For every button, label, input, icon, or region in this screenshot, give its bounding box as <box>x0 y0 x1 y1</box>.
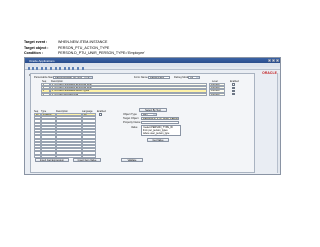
find-icon[interactable] <box>50 67 53 70</box>
minimize-icon[interactable] <box>267 58 271 63</box>
print-icon[interactable] <box>36 67 39 70</box>
insert-item-value-button[interactable]: Insert Item Value <box>73 158 101 162</box>
note-value: PERSON_PTU_ACTION_TYPE <box>58 45 110 50</box>
personalize-name-field[interactable]: PERSONALIZE_ACTION_TYPE <box>53 75 93 79</box>
delete-record-icon[interactable] <box>59 67 62 70</box>
object-type-select[interactable]: Item <box>141 113 157 117</box>
save-icon[interactable] <box>32 67 35 70</box>
property-name-label: Property Name <box>123 121 141 124</box>
attachments-icon[interactable] <box>77 67 80 70</box>
description-cell[interactable]: PTU-UNIR Workflow Rule <box>50 92 207 96</box>
window-title: Oracle Applications <box>29 58 55 63</box>
new-record-icon[interactable] <box>55 67 58 70</box>
zoom-icon[interactable] <box>45 67 48 70</box>
personalization-form: Personalize Name PERSONALIZE_ACTION_TYPE… <box>30 73 255 173</box>
app-window: Oracle Applications File Edit View Folde… <box>24 57 281 175</box>
help-icon[interactable] <box>82 67 85 70</box>
validate-button[interactable]: Validate <box>121 158 143 162</box>
note-target-event: Target event : WHEN-NEW-ITEM-INSTANCE <box>24 40 107 45</box>
value-textarea[interactable]: =select PERSON_TYPE_ID from per_person_t… <box>141 125 181 136</box>
paste-icon[interactable] <box>72 67 75 70</box>
level-cell[interactable]: Function <box>209 92 225 96</box>
enabled-checkbox[interactable] <box>232 92 235 96</box>
target-object-label: Target Object <box>123 117 139 120</box>
note-value: PERSON.D_PTU_UNIR_PERSON_TYPE='Employee' <box>58 51 145 55</box>
note-label: Target event : <box>24 40 48 44</box>
enabled-checkbox[interactable] <box>232 89 235 93</box>
property-name-field[interactable] <box>141 121 179 125</box>
toolbar <box>25 66 280 71</box>
select-by-text-button[interactable]: Select By Text <box>139 108 167 112</box>
value-label: Value <box>131 125 138 129</box>
target-object-field[interactable]: PERSON.D_PTU_UNIR_PERSON <box>141 117 179 121</box>
action-enabled-checkbox[interactable] <box>99 113 102 116</box>
note-label: Condition : <box>24 51 43 55</box>
copy-icon[interactable] <box>68 67 71 70</box>
note-label: Target object : <box>24 45 49 50</box>
get-value-button[interactable]: Get Value <box>147 137 169 142</box>
debug-mode-select[interactable]: Off <box>188 75 200 79</box>
note-condition: Condition : PERSON.D_PTU_UNIR_PERSON_TYPE… <box>24 51 145 56</box>
note-value: WHEN-NEW-ITEM-INSTANCE <box>58 40 108 44</box>
note-target-object: Target object : PERSON_PTU_ACTION_TYPE <box>24 46 109 51</box>
debug-mode-label: Debug Mode <box>174 75 189 79</box>
navigator-icon[interactable] <box>41 67 44 70</box>
oracle-logo: ORACLE <box>262 71 277 75</box>
maximize-icon[interactable] <box>271 58 275 63</box>
enabled-checkbox[interactable] <box>232 83 235 86</box>
seq-cell[interactable]: 4 <box>41 92 50 96</box>
form-name-field[interactable]: PERWSHRG <box>148 75 170 79</box>
close-icon[interactable] <box>275 58 279 63</box>
object-type-label: Object Type <box>123 113 137 116</box>
vertical-scrollbar[interactable] <box>276 73 280 173</box>
insert-get-expression-button[interactable]: Insert Get Expression <box>35 158 69 162</box>
table-row[interactable]: 4 PTU-UNIR Workflow Rule <box>41 92 207 96</box>
open-icon[interactable] <box>28 67 31 70</box>
cut-icon[interactable] <box>64 67 67 70</box>
form-name-label: Form Name <box>134 75 148 79</box>
